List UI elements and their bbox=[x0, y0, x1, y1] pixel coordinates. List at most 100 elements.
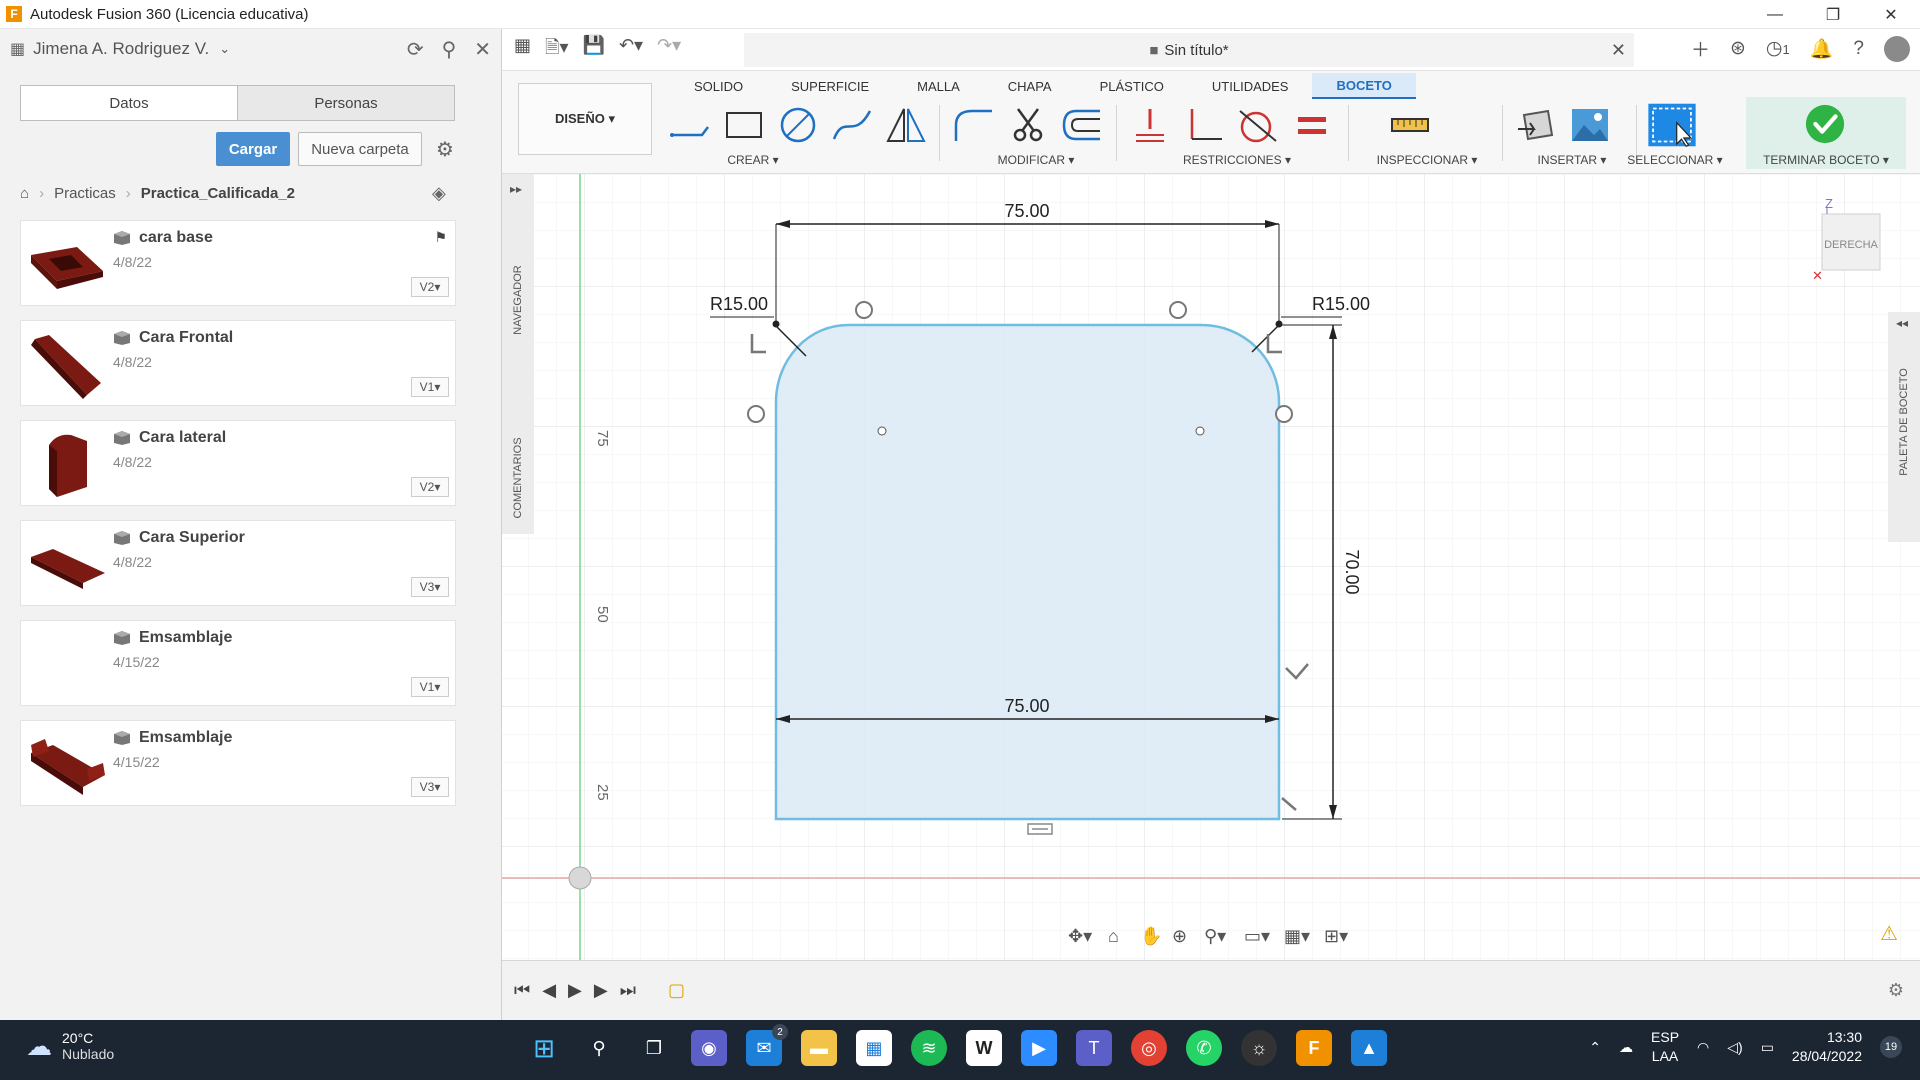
perpendicular-constraint-icon[interactable] bbox=[1182, 105, 1226, 145]
whatsapp-icon[interactable]: ✆ bbox=[1186, 1030, 1222, 1066]
file-explorer-icon[interactable]: ▬ bbox=[801, 1030, 837, 1066]
minimize-button[interactable]: — bbox=[1746, 0, 1804, 29]
circle-tool-icon[interactable] bbox=[776, 105, 820, 145]
version-badge[interactable]: V1▾ bbox=[411, 377, 449, 397]
chat-icon[interactable]: ◉ bbox=[691, 1030, 727, 1066]
undo-icon[interactable]: ↶▾ bbox=[619, 35, 643, 65]
weather-widget[interactable]: ☁ 20°C Nublado bbox=[26, 1030, 114, 1062]
version-badge[interactable]: V2▾ bbox=[411, 277, 449, 297]
file-item-emsamblaje-1[interactable]: Emsamblaje 4/15/22 V1▾ bbox=[20, 620, 456, 706]
battery-icon[interactable]: ▭ bbox=[1761, 1039, 1774, 1056]
task-view-icon[interactable]: ❐ bbox=[636, 1030, 672, 1066]
file-item-cara-frontal[interactable]: Cara Frontal 4/8/22 V1▾ bbox=[20, 320, 456, 406]
dimension-height[interactable]: 70.00 bbox=[1342, 549, 1362, 594]
close-panel-icon[interactable]: ✕ bbox=[474, 37, 491, 62]
select-box-icon[interactable] bbox=[1646, 101, 1698, 149]
sketch-palette-label[interactable]: PALETA DE BOCETO bbox=[1898, 360, 1910, 484]
line-tool-icon[interactable] bbox=[668, 105, 712, 145]
tab-malla[interactable]: MALLA bbox=[893, 73, 984, 99]
word-app-icon[interactable]: W bbox=[966, 1030, 1002, 1066]
store-icon[interactable]: ▦ bbox=[856, 1030, 892, 1066]
workspace-switcher[interactable]: DISEÑO ▾ bbox=[518, 83, 652, 155]
origin-point[interactable] bbox=[568, 866, 592, 890]
spotify-icon[interactable]: ≋ bbox=[911, 1030, 947, 1066]
display-settings-icon[interactable]: ▭▾ bbox=[1244, 926, 1270, 946]
zoom-app-icon[interactable]: ▶ bbox=[1021, 1030, 1057, 1066]
sketch-profile[interactable] bbox=[774, 323, 1281, 821]
version-badge[interactable]: V2▾ bbox=[411, 477, 449, 497]
orbit-tool-icon[interactable]: ✥▾ bbox=[1068, 926, 1092, 946]
spline-tool-icon[interactable] bbox=[830, 105, 874, 145]
tab-personas[interactable]: Personas bbox=[237, 86, 454, 120]
document-tab[interactable]: ■ Sin título* ✕ bbox=[744, 33, 1634, 67]
file-item-cara-superior[interactable]: Cara Superior 4/8/22 V3▾ bbox=[20, 520, 456, 606]
expand-browser-icon[interactable]: ▸▸ bbox=[510, 182, 522, 196]
new-folder-button[interactable]: Nueva carpeta bbox=[298, 132, 422, 166]
wifi-icon[interactable]: ◠ bbox=[1697, 1039, 1709, 1056]
file-menu-icon[interactable]: 🗎▾ bbox=[545, 35, 569, 65]
breadcrumb-practicas[interactable]: Practicas bbox=[54, 185, 116, 202]
data-panel-grid-icon[interactable]: ▦ bbox=[514, 35, 531, 65]
finish-sketch-label[interactable]: TERMINAR BOCETO ▾ bbox=[1746, 153, 1906, 167]
inspect-group-label[interactable]: INSPECCIONAR ▾ bbox=[1360, 153, 1494, 167]
notification-badge[interactable]: 19 bbox=[1880, 1036, 1902, 1058]
timeline-prev-icon[interactable]: ◀ bbox=[542, 980, 556, 1001]
app-icon-misc[interactable]: ☼ bbox=[1241, 1030, 1277, 1066]
dimension-top-width[interactable]: 75.00 bbox=[1004, 201, 1049, 221]
bell-icon[interactable]: 🔔 bbox=[1810, 37, 1834, 61]
insert-image-icon[interactable] bbox=[1568, 105, 1612, 145]
job-status-icon[interactable]: ◷1 bbox=[1766, 37, 1790, 60]
grid-settings-icon[interactable]: ▦▾ bbox=[1284, 926, 1310, 946]
fusion-taskbar-icon[interactable]: F bbox=[1296, 1030, 1332, 1066]
mirror-tool-icon[interactable] bbox=[884, 105, 928, 145]
expand-palette-icon[interactable]: ◂◂ bbox=[1896, 316, 1908, 330]
mail-icon[interactable]: ✉ 2 bbox=[746, 1024, 788, 1066]
home-icon[interactable]: ⌂ bbox=[20, 185, 29, 202]
tab-plastico[interactable]: PLÁSTICO bbox=[1076, 73, 1188, 99]
refresh-icon[interactable]: ⟳ bbox=[407, 37, 424, 62]
file-item-cara-base[interactable]: cara base 4/8/22 ⚑ V2▾ bbox=[20, 220, 456, 306]
insert-derive-icon[interactable] bbox=[1514, 105, 1558, 145]
version-badge[interactable]: V3▾ bbox=[411, 777, 449, 797]
photos-icon[interactable]: ▲ bbox=[1351, 1030, 1387, 1066]
chrome-icon[interactable]: ◎ bbox=[1131, 1030, 1167, 1066]
timeline-first-icon[interactable]: ⏮ bbox=[514, 980, 530, 1001]
user-menu[interactable]: Jimena A. Rodriguez V. bbox=[33, 39, 209, 59]
trim-scissors-icon[interactable] bbox=[1006, 105, 1050, 145]
onedrive-icon[interactable]: ☁ bbox=[1619, 1039, 1633, 1056]
version-badge[interactable]: V3▾ bbox=[411, 577, 449, 597]
restore-button[interactable]: ❐ bbox=[1804, 0, 1862, 29]
timeline-play-icon[interactable]: ▶ bbox=[568, 980, 582, 1001]
chevron-down-icon[interactable]: ⌄ bbox=[219, 41, 230, 57]
redo-icon[interactable]: ↷▾ bbox=[657, 35, 681, 65]
language-indicator[interactable]: ESP LAA bbox=[1651, 1028, 1679, 1066]
start-windows-icon[interactable]: ⊞ bbox=[526, 1030, 562, 1066]
tab-solido[interactable]: SOLIDO bbox=[670, 73, 767, 99]
rectangle-tool-icon[interactable] bbox=[722, 105, 766, 145]
arc-center-left[interactable] bbox=[877, 426, 887, 436]
file-item-cara-lateral[interactable]: Cara lateral 4/8/22 V2▾ bbox=[20, 420, 456, 506]
tab-chapa[interactable]: CHAPA bbox=[984, 73, 1076, 99]
constraints-group-label[interactable]: RESTRICCIONES ▾ bbox=[1142, 153, 1332, 167]
upload-button[interactable]: Cargar bbox=[216, 132, 290, 166]
tab-utilidades[interactable]: UTILIDADES bbox=[1188, 73, 1313, 99]
help-icon[interactable]: ? bbox=[1853, 38, 1864, 60]
timeline-last-icon[interactable]: ⏭ bbox=[620, 980, 636, 1001]
tab-superficie[interactable]: SUPERFICIE bbox=[767, 73, 893, 99]
fillet-tool-icon[interactable] bbox=[952, 105, 996, 145]
flag-icon[interactable]: ⚑ bbox=[434, 229, 447, 246]
close-tab-icon[interactable]: ✕ bbox=[1611, 40, 1626, 61]
close-window-button[interactable]: ✕ bbox=[1862, 0, 1920, 29]
new-tab-icon[interactable]: ＋ bbox=[1691, 35, 1710, 62]
save-icon[interactable]: 💾 bbox=[583, 35, 605, 65]
zoom-icon[interactable]: ⊕ bbox=[1172, 926, 1187, 946]
insert-group-label[interactable]: INSERTAR ▾ bbox=[1514, 153, 1630, 167]
extensions-icon[interactable]: ⊛ bbox=[1730, 37, 1746, 60]
search-icon[interactable]: ⚲ bbox=[442, 37, 457, 62]
modify-group-label[interactable]: MODIFICAR ▾ bbox=[948, 153, 1124, 167]
tray-expand-icon[interactable]: ⌃ bbox=[1589, 1039, 1601, 1056]
viewports-icon[interactable]: ⊞▾ bbox=[1324, 926, 1348, 946]
timeline-next-icon[interactable]: ▶ bbox=[594, 980, 608, 1001]
dimension-bottom-width[interactable]: 75.00 bbox=[1004, 696, 1049, 716]
select-group-label[interactable]: SELECCIONAR ▾ bbox=[1622, 153, 1728, 167]
